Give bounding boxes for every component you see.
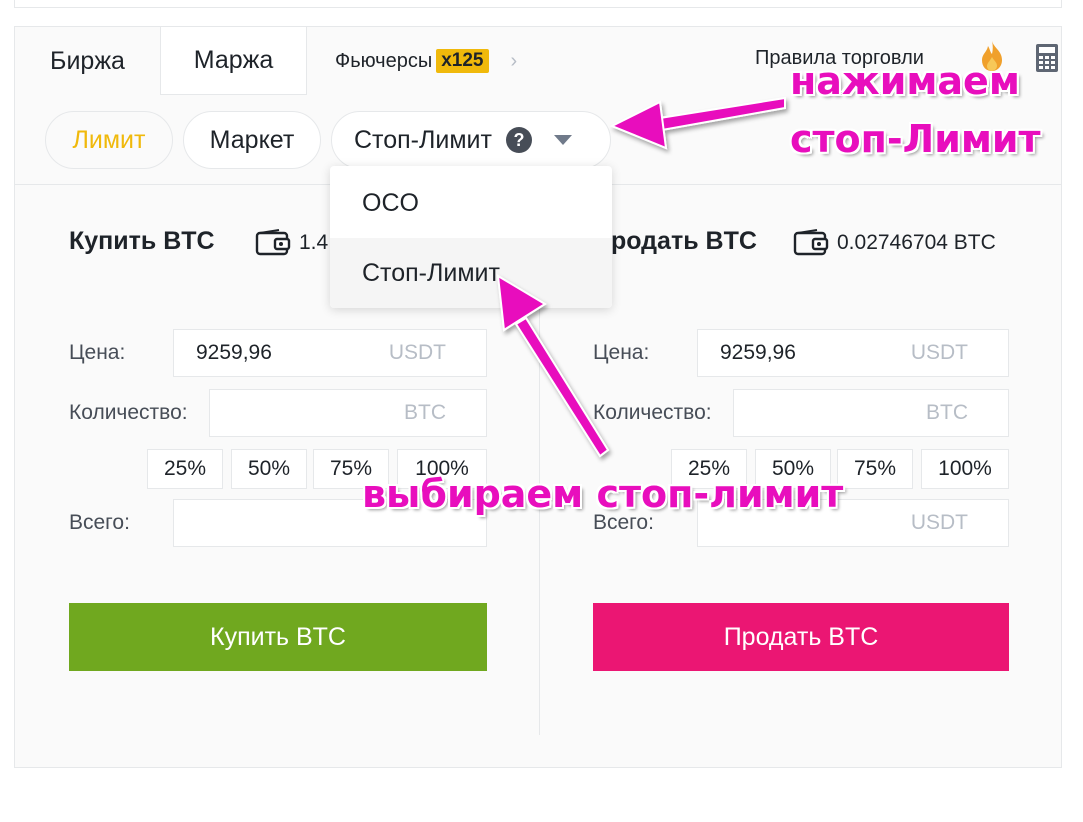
buy-qty-label: Количество:: [69, 401, 188, 424]
sell-pct-100[interactable]: 100%: [921, 449, 1009, 489]
caret-down-icon[interactable]: [553, 135, 572, 145]
wallet-icon: [255, 229, 291, 256]
dropdown-item-stop-limit[interactable]: Стоп-Лимит: [330, 238, 612, 308]
buy-price-input[interactable]: 9259,96 USDT: [173, 329, 487, 377]
annotation-click-line1: нажимаем: [790, 59, 1020, 103]
order-type-stop-limit[interactable]: Стоп-Лимит ?: [331, 111, 611, 169]
buy-qty-input[interactable]: BTC: [209, 389, 487, 437]
buy-price-unit: USDT: [388, 341, 446, 364]
dropdown-item-oco[interactable]: OCO: [330, 168, 612, 238]
tab-margin[interactable]: Маржа: [161, 27, 307, 95]
chevron-right-icon: ›: [510, 49, 518, 72]
sell-price-unit: USDT: [910, 341, 968, 364]
sell-balance: 0.02746704 BTC: [837, 231, 996, 254]
sell-qty-input[interactable]: BTC: [733, 389, 1009, 437]
buy-price-label: Цена:: [69, 341, 126, 364]
buy-title: Купить BTC: [69, 227, 215, 255]
tab-futures[interactable]: Фьючерсы x125 ›: [335, 45, 517, 77]
buy-total-label: Всего:: [69, 511, 130, 534]
sell-price-input[interactable]: 9259,96 USDT: [697, 329, 1009, 377]
tab-exchange[interactable]: Биржа: [15, 27, 161, 95]
sell-total-unit: USDT: [910, 511, 968, 534]
buy-pct-25[interactable]: 25%: [147, 449, 223, 489]
order-type-market[interactable]: Маркет: [183, 111, 321, 169]
buy-pct-50[interactable]: 50%: [231, 449, 307, 489]
annotation-choose: выбираем стоп-лимит: [362, 472, 844, 516]
buy-balance: 1.4: [299, 231, 329, 254]
sell-qty-label: Количество:: [593, 401, 712, 424]
tab-futures-label: Фьючерсы: [335, 49, 433, 72]
calculator-icon[interactable]: [1035, 43, 1059, 73]
order-type-stop-limit-label: Стоп-Лимит: [354, 125, 492, 154]
wallet-icon: [793, 229, 829, 256]
annotation-click-line2: стоп-Лимит: [790, 117, 1041, 161]
sell-qty-unit: BTC: [926, 401, 968, 424]
buy-price-value: 9259,96: [196, 341, 272, 364]
sell-price-value: 9259,96: [720, 341, 796, 364]
buy-button[interactable]: Купить BTC: [69, 603, 487, 671]
order-type-dropdown: OCO Стоп-Лимит: [330, 166, 612, 308]
leverage-badge: x125: [436, 49, 489, 73]
sell-button[interactable]: Продать BTC: [593, 603, 1009, 671]
buy-qty-unit: BTC: [404, 401, 446, 424]
top-frame: [14, 0, 1062, 8]
sell-price-label: Цена:: [593, 341, 650, 364]
sell-title: Продать BTC: [593, 227, 757, 255]
help-icon[interactable]: ?: [505, 127, 532, 153]
sell-pct-75[interactable]: 75%: [837, 449, 913, 489]
order-type-limit[interactable]: Лимит: [45, 111, 173, 169]
